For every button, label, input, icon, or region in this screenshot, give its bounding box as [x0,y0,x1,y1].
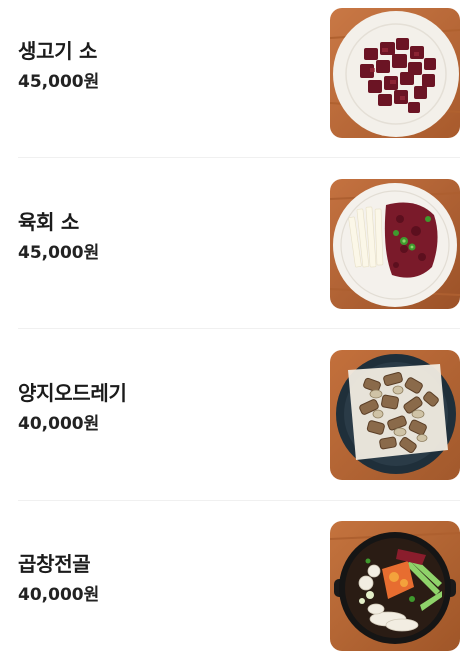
gopchang-hotpot-photo [330,521,460,651]
menu-item-text: 곱창전골 40,000원 [18,551,99,606]
beef-tartare-photo [330,179,460,309]
menu-item-price: 45,000원 [18,243,100,263]
menu-item-photo[interactable] [330,350,460,480]
menu-item-price: 40,000원 [18,585,100,605]
menu-item-text: 생고기 소 45,000원 [18,38,99,93]
menu-item-name: 육회 소 [18,210,79,234]
menu-item-price: 40,000원 [18,414,100,434]
menu-item-text: 양지오드레기 40,000원 [18,380,127,435]
divider [18,328,460,329]
menu-list: 생고기 소 45,000원 육회 소 45,000원 양지오드레기 40,000… [0,0,474,665]
menu-item-name: 양지오드레기 [18,381,127,405]
menu-item-photo[interactable] [330,8,460,138]
menu-item-yukhoe[interactable]: 육회 소 45,000원 [18,171,460,319]
menu-item-odregi[interactable]: 양지오드레기 40,000원 [18,342,460,490]
menu-item-gopchang-jeongol[interactable]: 곱창전골 40,000원 [18,513,460,661]
menu-item-name: 생고기 소 [18,39,98,63]
menu-item-photo[interactable] [330,521,460,651]
raw-beef-photo [330,8,460,138]
divider [18,500,460,501]
menu-item-price: 45,000원 [18,72,100,92]
divider [18,157,460,158]
menu-item-name: 곱창전골 [18,552,91,576]
menu-item-photo[interactable] [330,179,460,309]
menu-item-text: 육회 소 45,000원 [18,209,99,264]
menu-item-raw-beef[interactable]: 생고기 소 45,000원 [18,0,460,148]
brisket-odregi-photo [330,350,460,480]
